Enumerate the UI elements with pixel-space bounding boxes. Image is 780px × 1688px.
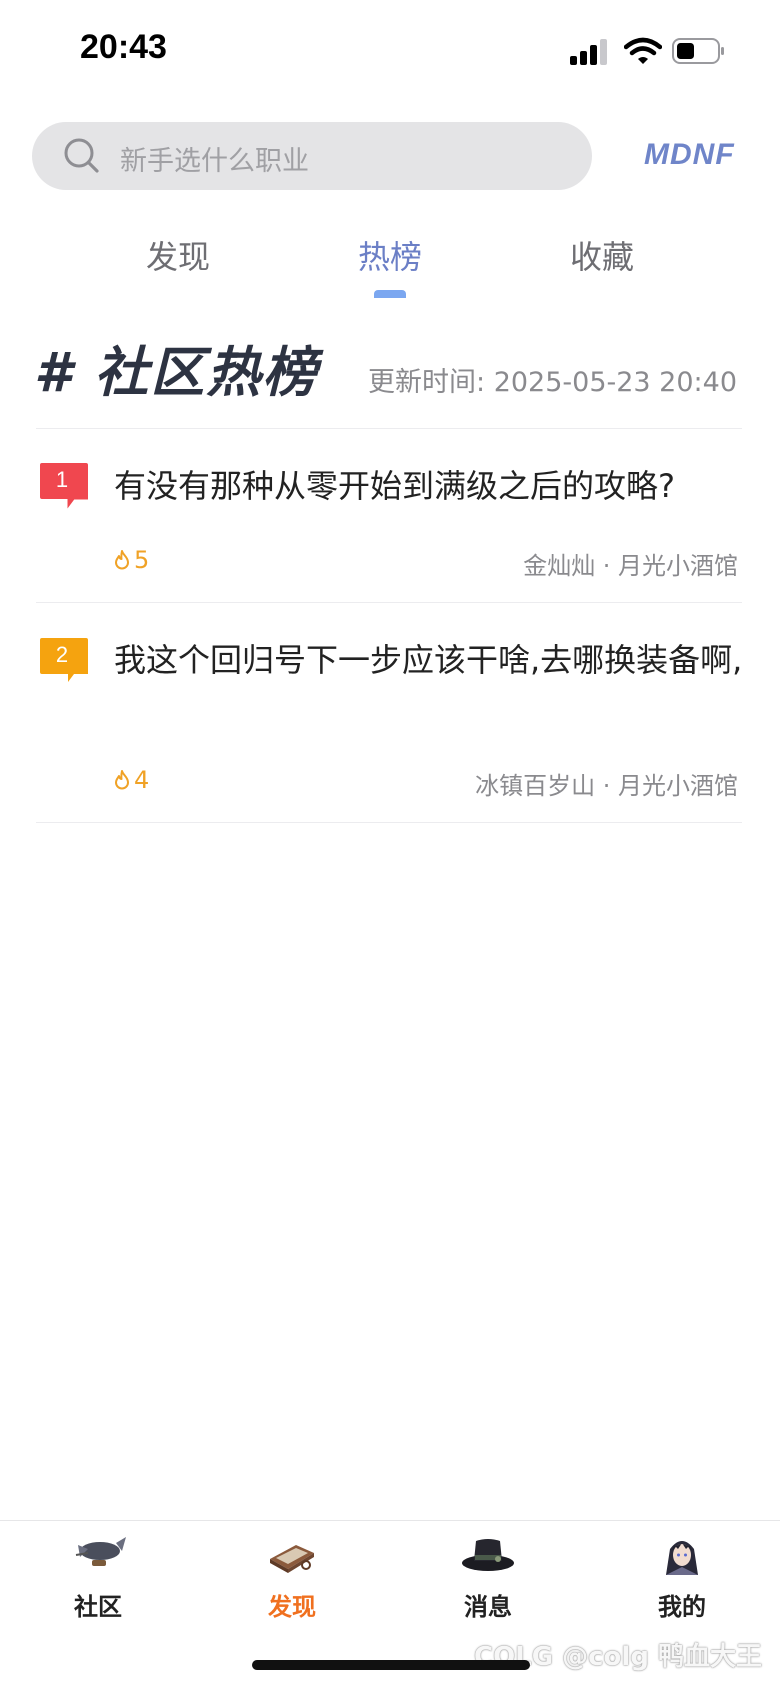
airship-icon bbox=[75, 1537, 126, 1566]
battery-icon bbox=[672, 38, 724, 64]
book-icon bbox=[270, 1545, 314, 1573]
active-tab-indicator bbox=[374, 290, 406, 298]
nav-label: 社区 bbox=[74, 1593, 122, 1621]
heat-count: 5 bbox=[112, 546, 149, 574]
divider bbox=[36, 602, 742, 603]
rank-badge: 2 bbox=[40, 638, 88, 686]
rank-number: 2 bbox=[55, 642, 69, 667]
post-author[interactable]: 冰镇百岁山 bbox=[475, 772, 595, 800]
heat-count: 4 bbox=[112, 766, 149, 794]
fire-icon bbox=[115, 770, 129, 790]
meta-separator: · bbox=[595, 552, 618, 580]
post-title[interactable]: 有没有那种从零开始到满级之后的攻略? bbox=[114, 460, 744, 512]
tab-favorites[interactable]: 收藏 bbox=[570, 232, 634, 278]
heat-value: 4 bbox=[134, 766, 150, 794]
meta-separator: · bbox=[595, 772, 618, 800]
brand-logo[interactable]: MDNF bbox=[644, 138, 735, 172]
status-time: 20:43 bbox=[80, 28, 167, 66]
post-title[interactable]: 我这个回归号下一步应该干啥,去哪换装备啊, bbox=[114, 634, 744, 686]
post-board[interactable]: 月光小酒馆 bbox=[618, 552, 738, 580]
top-hat-icon bbox=[462, 1539, 514, 1571]
post-author[interactable]: 金灿灿 bbox=[523, 552, 595, 580]
nav-item-messages[interactable]: 消息 bbox=[428, 1531, 548, 1622]
nav-label: 消息 bbox=[464, 1593, 512, 1621]
post-meta: 冰镇百岁山 · 月光小酒馆 bbox=[475, 766, 738, 801]
home-indicator[interactable] bbox=[252, 1660, 530, 1670]
nav-label: 发现 bbox=[268, 1593, 316, 1621]
signal-icon bbox=[570, 39, 607, 65]
search-icon bbox=[64, 138, 99, 173]
divider bbox=[36, 822, 742, 823]
update-time-value: 2025-05-23 20:40 bbox=[493, 367, 737, 398]
heat-value: 5 bbox=[134, 546, 150, 574]
rank-number: 1 bbox=[55, 467, 69, 492]
search-placeholder: 新手选什么职业 bbox=[120, 146, 309, 177]
avatar-icon bbox=[666, 1541, 698, 1575]
search-bar[interactable]: 新手选什么职业 bbox=[32, 122, 592, 190]
status-bar: 20:43 bbox=[0, 0, 780, 100]
tab-discover[interactable]: 发现 bbox=[146, 232, 210, 278]
post-meta: 金灿灿 · 月光小酒馆 bbox=[523, 546, 738, 581]
post-board[interactable]: 月光小酒馆 bbox=[618, 772, 738, 800]
fire-icon bbox=[115, 550, 129, 570]
nav-item-community[interactable]: 社区 bbox=[38, 1531, 158, 1622]
update-time: 更新时间: 2025-05-23 20:40 bbox=[368, 360, 737, 399]
nav-item-profile[interactable]: 我的 bbox=[622, 1531, 742, 1622]
page-title: # 社区热榜 bbox=[34, 341, 319, 404]
rank-badge: 1 bbox=[40, 463, 88, 511]
nav-item-discover[interactable]: 发现 bbox=[232, 1531, 352, 1622]
update-time-label: 更新时间: bbox=[368, 367, 494, 398]
wifi-icon bbox=[624, 37, 662, 64]
nav-label: 我的 bbox=[658, 1593, 706, 1621]
divider bbox=[36, 428, 742, 429]
tab-hot[interactable]: 热榜 bbox=[358, 232, 422, 278]
